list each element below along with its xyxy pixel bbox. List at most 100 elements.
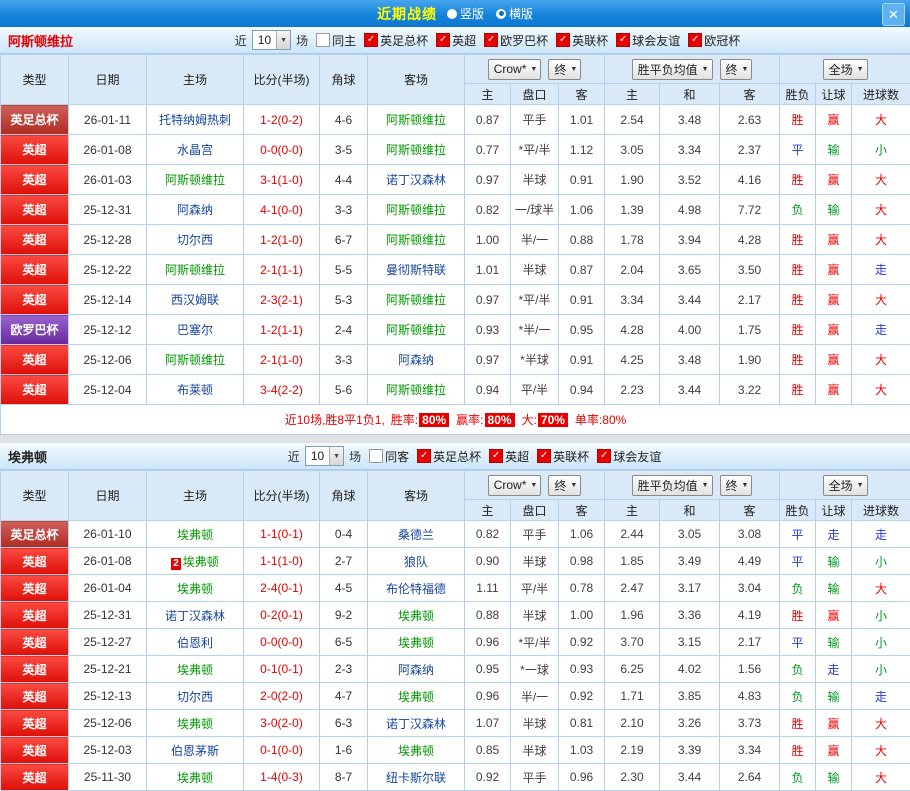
away-team-cell[interactable]: 阿斯顿维拉 [368, 135, 465, 165]
away-team-link[interactable]: 阿斯顿维拉 [386, 233, 446, 247]
final-wdl-dropdown[interactable]: 终▼ [720, 475, 753, 496]
filter-checkbox[interactable]: ✓英足总杯 [417, 448, 481, 465]
away-team-link[interactable]: 诺丁汉森林 [386, 173, 446, 187]
home-team-cell[interactable]: 切尔西 [147, 225, 244, 255]
home-team-link[interactable]: 埃弗顿 [183, 555, 219, 569]
match-score[interactable]: 2-3(2-1) [244, 285, 320, 315]
filter-checkbox[interactable]: 同主 [316, 32, 356, 49]
checkbox-icon[interactable]: ✓ [417, 449, 431, 463]
home-team-cell[interactable]: 阿斯顿维拉 [147, 165, 244, 195]
home-team-link[interactable]: 埃弗顿 [177, 717, 213, 731]
radio-icon[interactable] [496, 9, 506, 19]
match-score[interactable]: 2-0(2-0) [244, 683, 320, 710]
final-odds-dropdown[interactable]: 终▼ [548, 475, 581, 496]
home-team-link[interactable]: 托特纳姆热刺 [159, 113, 231, 127]
home-team-cell[interactable]: 布莱顿 [147, 375, 244, 405]
away-team-cell[interactable]: 阿森纳 [368, 345, 465, 375]
away-team-link[interactable]: 埃弗顿 [398, 690, 434, 704]
away-team-cell[interactable]: 埃弗顿 [368, 629, 465, 656]
home-team-link[interactable]: 埃弗顿 [177, 771, 213, 785]
away-team-cell[interactable]: 阿斯顿维拉 [368, 375, 465, 405]
away-team-cell[interactable]: 布伦特福德 [368, 575, 465, 602]
match-score[interactable]: 0-2(0-1) [244, 602, 320, 629]
filter-checkbox[interactable]: ✓英联杯 [537, 448, 589, 465]
home-team-cell[interactable]: 诺丁汉森林 [147, 602, 244, 629]
checkbox-icon[interactable]: ✓ [616, 33, 630, 47]
checkbox-icon[interactable]: ✓ [597, 449, 611, 463]
home-team-link[interactable]: 切尔西 [177, 690, 213, 704]
home-team-cell[interactable]: 阿斯顿维拉 [147, 345, 244, 375]
match-score[interactable]: 0-0(0-0) [244, 135, 320, 165]
wdl-average-dropdown[interactable]: 胜平负均值▼ [632, 59, 713, 80]
checkbox-icon[interactable]: ✓ [688, 33, 702, 47]
match-score[interactable]: 3-1(1-0) [244, 165, 320, 195]
checkbox-icon[interactable]: ✓ [436, 33, 450, 47]
layout-radio-horizontal[interactable]: 横版 [496, 5, 533, 22]
radio-icon[interactable] [447, 9, 457, 19]
away-team-cell[interactable]: 阿斯顿维拉 [368, 315, 465, 345]
match-score[interactable]: 1-2(1-1) [244, 315, 320, 345]
filter-checkbox[interactable]: ✓球会友谊 [616, 32, 680, 49]
scope-dropdown[interactable]: 全场▼ [823, 59, 868, 80]
home-team-cell[interactable]: 西汉姆联 [147, 285, 244, 315]
away-team-link[interactable]: 狼队 [404, 555, 428, 569]
home-team-link[interactable]: 水晶宫 [177, 143, 213, 157]
filter-checkbox[interactable]: 同客 [369, 448, 409, 465]
filter-checkbox[interactable]: ✓英超 [436, 32, 476, 49]
home-team-cell[interactable]: 埃弗顿 [147, 521, 244, 548]
final-odds-dropdown[interactable]: 终▼ [548, 59, 581, 80]
match-score[interactable]: 3-4(2-2) [244, 375, 320, 405]
away-team-cell[interactable]: 诺丁汉森林 [368, 710, 465, 737]
away-team-link[interactable]: 阿森纳 [398, 663, 434, 677]
filter-checkbox[interactable]: ✓欧冠杯 [688, 32, 740, 49]
away-team-cell[interactable]: 阿森纳 [368, 656, 465, 683]
match-score[interactable]: 4-1(0-0) [244, 195, 320, 225]
home-team-link[interactable]: 阿斯顿维拉 [165, 353, 225, 367]
home-team-link[interactable]: 阿森纳 [177, 203, 213, 217]
home-team-cell[interactable]: 伯恩茅斯 [147, 737, 244, 764]
away-team-link[interactable]: 阿斯顿维拉 [386, 143, 446, 157]
away-team-link[interactable]: 布伦特福德 [386, 582, 446, 596]
checkbox-icon[interactable]: ✓ [364, 33, 378, 47]
away-team-link[interactable]: 埃弗顿 [398, 609, 434, 623]
away-team-cell[interactable]: 埃弗顿 [368, 737, 465, 764]
home-team-cell[interactable]: 埃弗顿 [147, 764, 244, 791]
away-team-link[interactable]: 阿斯顿维拉 [386, 383, 446, 397]
home-team-link[interactable]: 阿斯顿维拉 [165, 263, 225, 277]
match-score[interactable]: 0-1(0-1) [244, 656, 320, 683]
match-score[interactable]: 2-1(1-0) [244, 345, 320, 375]
home-team-cell[interactable]: 托特纳姆热刺 [147, 105, 244, 135]
match-score[interactable]: 2-1(1-1) [244, 255, 320, 285]
games-count-select[interactable]: 10▼ [252, 30, 291, 50]
filter-checkbox[interactable]: ✓欧罗巴杯 [484, 32, 548, 49]
away-team-link[interactable]: 桑德兰 [398, 528, 434, 542]
filter-checkbox[interactable]: ✓英超 [489, 448, 529, 465]
away-team-cell[interactable]: 埃弗顿 [368, 602, 465, 629]
checkbox-icon[interactable]: ✓ [484, 33, 498, 47]
match-score[interactable]: 1-4(0-3) [244, 764, 320, 791]
home-team-link[interactable]: 布莱顿 [177, 383, 213, 397]
home-team-cell[interactable]: 切尔西 [147, 683, 244, 710]
away-team-cell[interactable]: 阿斯顿维拉 [368, 195, 465, 225]
match-score[interactable]: 1-2(0-2) [244, 105, 320, 135]
away-team-link[interactable]: 纽卡斯尔联 [386, 771, 446, 785]
close-button[interactable]: ✕ [882, 3, 905, 26]
home-team-cell[interactable]: 伯恩利 [147, 629, 244, 656]
checkbox-icon[interactable] [369, 449, 383, 463]
match-score[interactable]: 2-4(0-1) [244, 575, 320, 602]
checkbox-icon[interactable]: ✓ [489, 449, 503, 463]
home-team-link[interactable]: 埃弗顿 [177, 582, 213, 596]
home-team-link[interactable]: 埃弗顿 [177, 663, 213, 677]
away-team-cell[interactable]: 阿斯顿维拉 [368, 105, 465, 135]
checkbox-icon[interactable] [316, 33, 330, 47]
home-team-link[interactable]: 伯恩茅斯 [171, 744, 219, 758]
home-team-cell[interactable]: 2埃弗顿 [147, 548, 244, 575]
match-score[interactable]: 1-2(1-0) [244, 225, 320, 255]
away-team-link[interactable]: 曼彻斯特联 [386, 263, 446, 277]
home-team-link[interactable]: 伯恩利 [177, 636, 213, 650]
wdl-average-dropdown[interactable]: 胜平负均值▼ [632, 475, 713, 496]
home-team-link[interactable]: 阿斯顿维拉 [165, 173, 225, 187]
games-count-select[interactable]: 10▼ [305, 446, 344, 466]
away-team-link[interactable]: 埃弗顿 [398, 744, 434, 758]
away-team-link[interactable]: 阿斯顿维拉 [386, 293, 446, 307]
